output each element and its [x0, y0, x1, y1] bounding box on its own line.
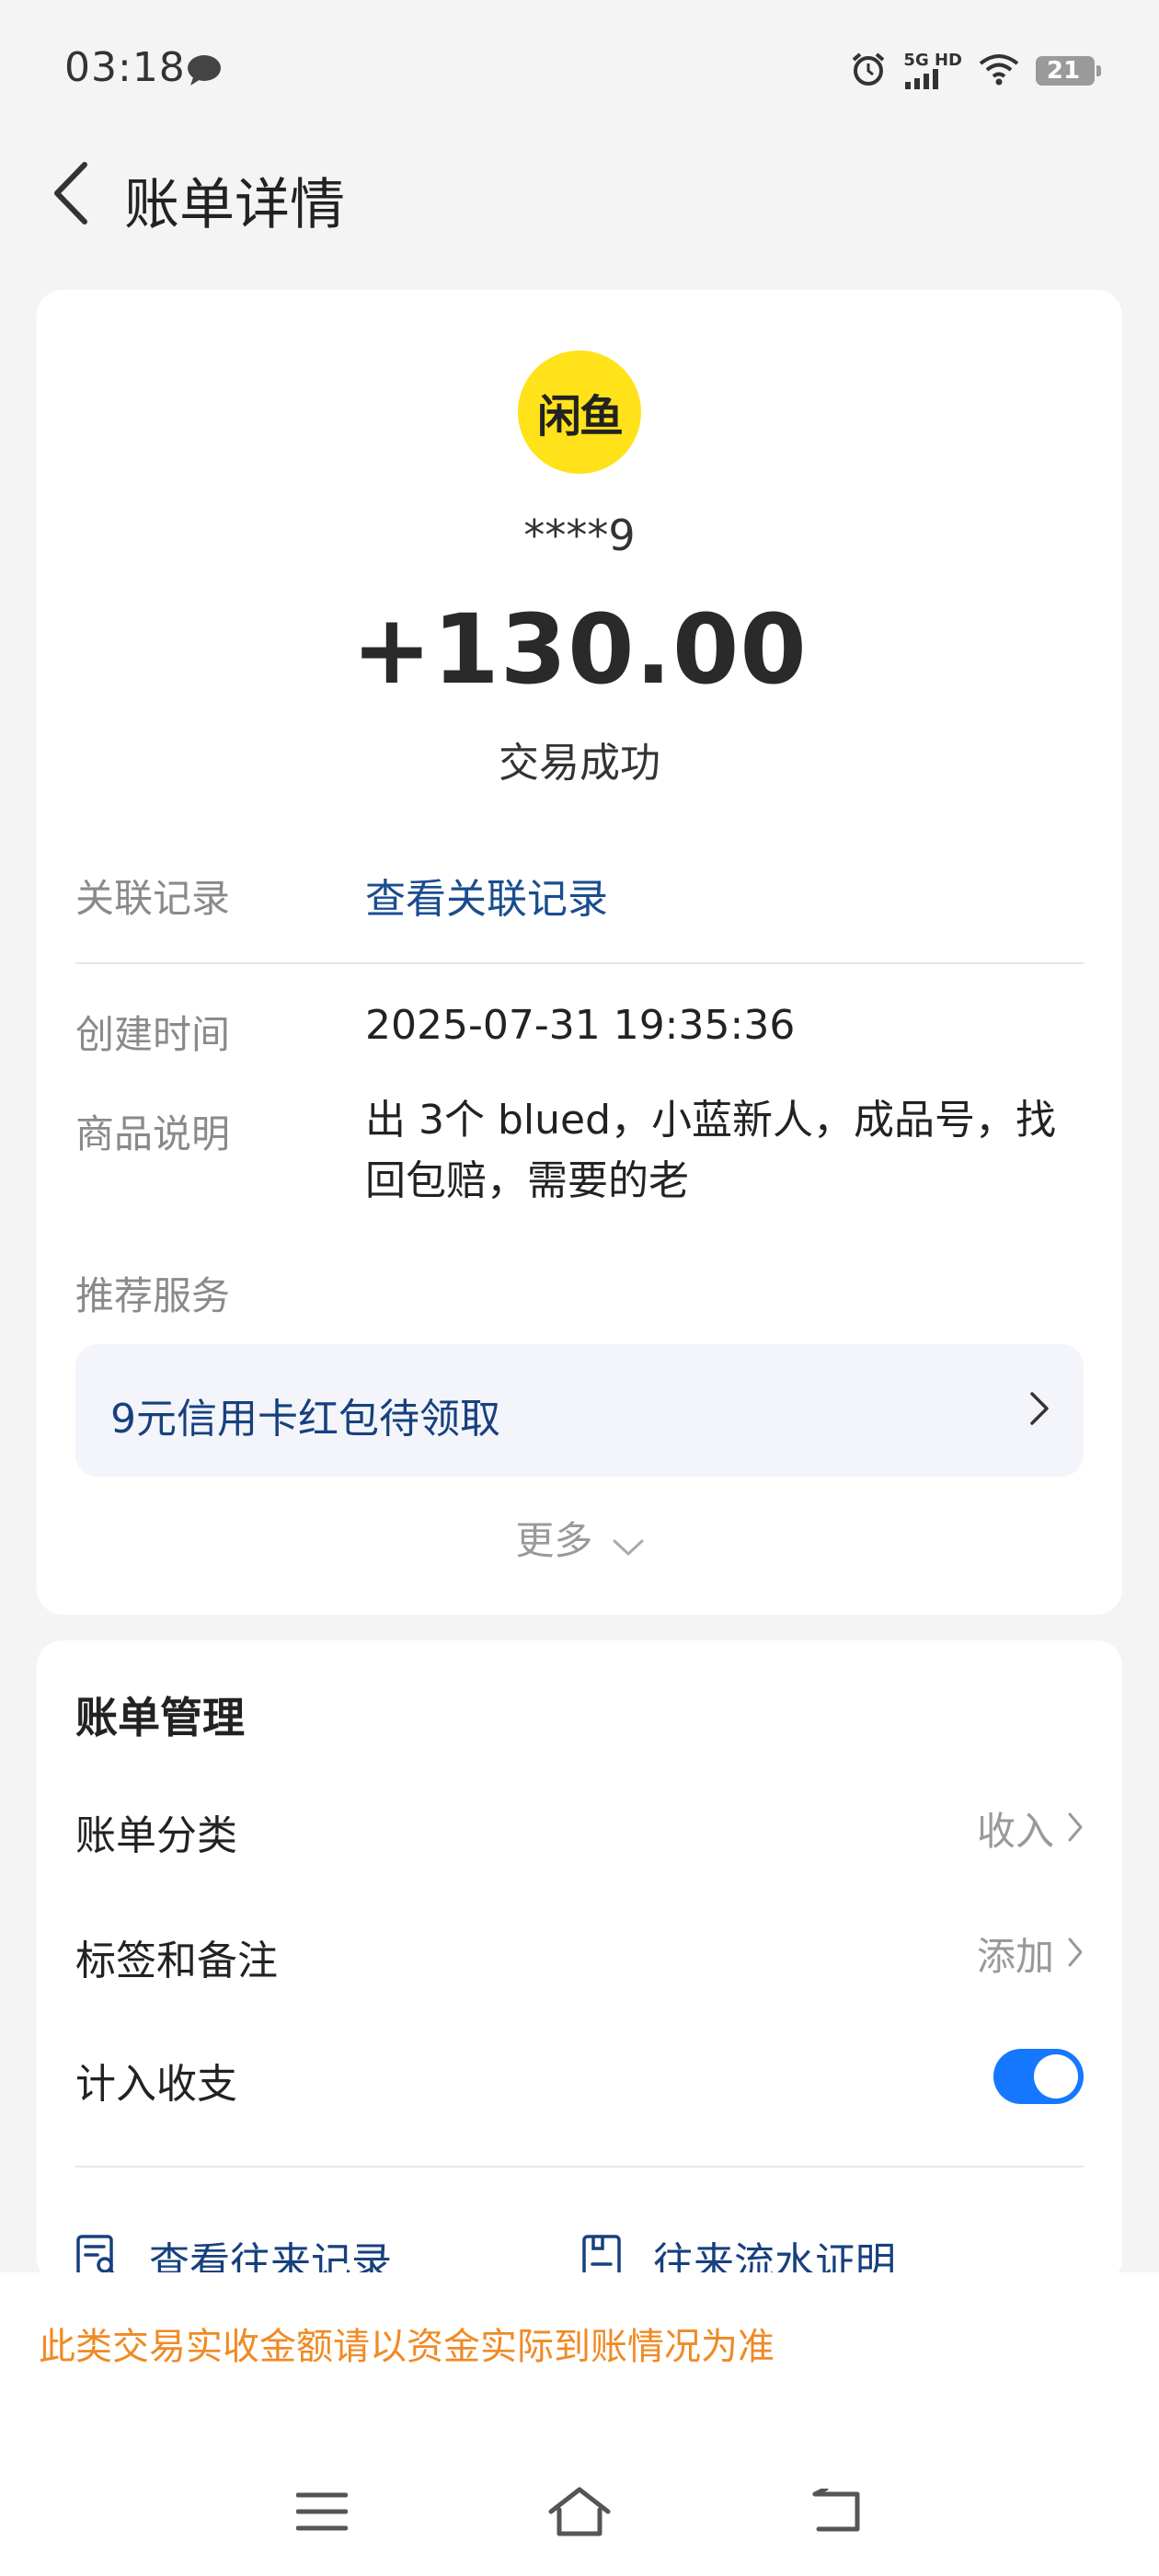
- back-arrow-icon: [812, 2489, 860, 2532]
- divider: [75, 962, 1084, 964]
- recommended-services-label: 推荐服务: [75, 1273, 231, 1318]
- related-records-label: 关联记录: [75, 876, 231, 921]
- system-nav-bar: [0, 2447, 1159, 2576]
- status-time: 03:18: [64, 44, 186, 91]
- chevron-right-icon: [1067, 1937, 1084, 1972]
- wifi-icon: [979, 52, 1019, 89]
- notice-text: 此类交易实收金额请以资金实际到账情况为准: [39, 2326, 775, 2368]
- home-button[interactable]: [534, 2466, 625, 2558]
- more-label: 更多: [515, 1518, 593, 1563]
- page-title: 账单详情: [124, 173, 345, 237]
- signal-icon: 5G HD: [903, 52, 962, 89]
- chevron-left-icon: [54, 162, 87, 224]
- product-description-value: 出 3个 blued，小蓝新人，成品号，找回包赔，需要的老: [365, 1097, 1057, 1204]
- merchant-logo-text: 闲鱼: [536, 391, 624, 443]
- battery-icon: 21: [1036, 56, 1101, 86]
- status-icons: 5G HD 21: [850, 48, 1101, 94]
- bill-management-card: 账单管理 账单分类 收入 标签和备注 添加 计入收支 查看往来记录 往来流水证明: [37, 1640, 1122, 2286]
- created-time-value: 2025-07-31 19:35:36: [365, 1002, 796, 1049]
- back-button[interactable]: [33, 156, 107, 230]
- chevron-down-icon: [613, 1521, 644, 1566]
- chevron-right-icon: [1067, 1811, 1084, 1846]
- divider: [75, 2166, 1084, 2168]
- view-related-records-link[interactable]: 查看关联记录: [365, 866, 608, 925]
- include-in-budget-label: 计入收支: [75, 2061, 237, 2108]
- alarm-icon: [850, 51, 887, 91]
- message-icon: [186, 53, 223, 90]
- product-description-label: 商品说明: [75, 1111, 231, 1156]
- home-icon: [548, 2487, 611, 2536]
- toggle-knob: [1034, 2054, 1078, 2099]
- transaction-card: 闲鱼 ****9 +130.00 交易成功 关联记录 查看关联记录 创建时间 2…: [37, 290, 1122, 1615]
- bill-category-label: 账单分类: [75, 1812, 237, 1859]
- back-nav-button[interactable]: [791, 2466, 883, 2558]
- merchant-logo: 闲鱼: [518, 351, 641, 474]
- tags-notes-label: 标签和备注: [75, 1938, 278, 1984]
- chevron-right-icon: [1028, 1390, 1050, 1431]
- counterparty-name: ****9: [523, 511, 636, 560]
- created-time-label: 创建时间: [75, 1012, 231, 1057]
- more-button[interactable]: 更多: [37, 1510, 1122, 1566]
- menu-button[interactable]: [276, 2466, 368, 2558]
- credit-card-promo-banner[interactable]: 9元信用卡红包待领取: [75, 1344, 1084, 1477]
- transaction-amount: +130.00: [351, 593, 808, 706]
- bill-category-selector[interactable]: 收入: [977, 1800, 1084, 1857]
- network-label: 5G HD: [903, 51, 962, 70]
- status-bar: 03:18 5G HD 21: [0, 0, 1159, 138]
- section-title: 账单管理: [75, 1693, 245, 1742]
- battery-level: 21: [1046, 57, 1081, 85]
- tags-notes-value: 添加: [976, 1934, 1054, 1979]
- bill-detail-page: 03:18 5G HD 21 账单详情 闲鱼 ****9 +130.00 交易成…: [0, 0, 1159, 2576]
- include-in-budget-toggle[interactable]: [993, 2049, 1084, 2104]
- promo-text: 9元信用卡红包待领取: [110, 1396, 500, 1443]
- title-bar: 账单详情: [0, 147, 1159, 239]
- transaction-status: 交易成功: [499, 740, 660, 787]
- menu-icon: [296, 2492, 348, 2531]
- tags-notes-add[interactable]: 添加: [977, 1926, 1084, 1982]
- bill-category-value: 收入: [976, 1809, 1054, 1854]
